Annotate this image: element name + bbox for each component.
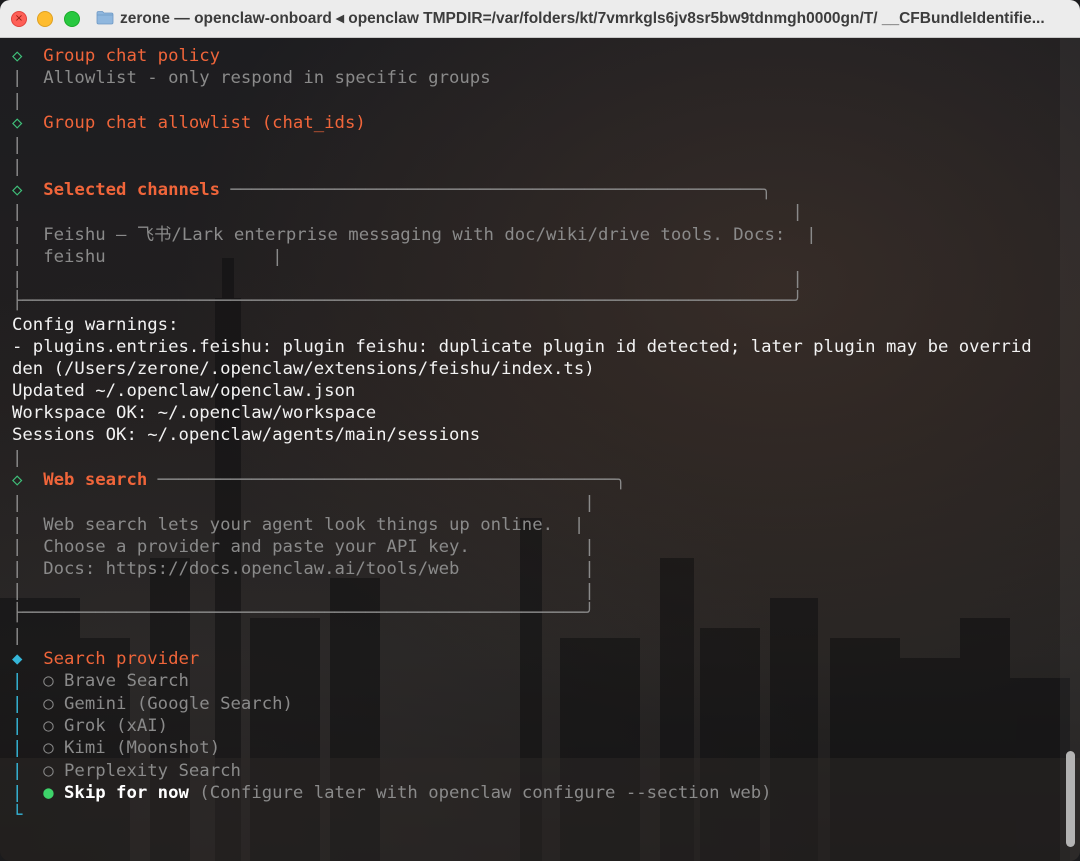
config-warnings-heading: Config warnings: [12,315,179,335]
terminal-content[interactable]: ◇ Group chat policy | Allowlist - only r… [0,38,1080,861]
radio-unselected-icon: ○ [43,761,54,781]
scrollbar-track[interactable] [1060,38,1080,861]
provider-option-gemini[interactable]: | ○ Gemini (Google Search) [12,693,293,715]
scrollbar-thumb[interactable] [1066,751,1075,847]
step-done-marker: ◇ [12,180,23,200]
window-title: zerone — openclaw-onboard ◂ openclaw TMP… [120,10,1045,27]
close-button[interactable]: × [11,11,27,27]
group-chat-policy-header: ◇ Group chat policy [12,45,220,67]
title-bar: × zerone — openclaw-onboard ◂ openclaw T… [0,0,1080,38]
provider-option-brave[interactable]: | ○ Brave Search [12,670,189,692]
search-provider-header: ◆ Search provider [12,648,199,670]
group-chat-policy-title: Group chat policy [43,46,221,66]
box-border-line: ├───────────────────────────────────────… [12,603,595,623]
box-border-line: | | [12,202,803,222]
group-chat-allowlist-header: ◇ Group chat allowlist (chat_ids) [12,112,366,134]
provider-option-perplexity[interactable]: | ○ Perplexity Search [12,760,241,782]
group-chat-policy-value: Allowlist - only respond in specific gro… [43,68,491,88]
group-chat-policy-value-row: | Allowlist - only respond in specific g… [12,68,491,88]
config-warning-line-2: den (/Users/zerone/.openclaw/extensions/… [12,359,595,379]
gutter-line: | [12,91,23,111]
group-chat-allowlist-title: Group chat allowlist (chat_ids) [43,113,366,133]
gutter-line: | [12,135,23,155]
status-sessions: Sessions OK: ~/.openclaw/agents/main/ses… [12,425,481,445]
box-border-line: | | [12,493,595,513]
prompt-end-corner: └ [12,805,23,825]
radio-selected-icon: ● [43,783,54,803]
web-search-body-row-2: | Choose a provider and paste your API k… [12,537,595,557]
close-icon: × [14,13,24,24]
step-done-marker: ◇ [12,113,23,133]
provider-option-label: Brave Search [64,671,189,691]
provider-option-grok[interactable]: | ○ Grok (xAI) [12,715,168,737]
provider-option-label: Perplexity Search [64,761,241,781]
gutter-line: | [12,626,23,646]
web-search-body-row-1: | Web search lets your agent look things… [12,515,585,535]
search-provider-title: Search provider [43,649,200,669]
gutter-line: | [12,157,23,177]
radio-unselected-icon: ○ [43,694,54,714]
selected-channels-title: Selected channels [43,180,221,200]
web-search-body-row-3: | Docs: https://docs.openclaw.ai/tools/w… [12,559,595,579]
gutter-line: | [12,448,23,468]
selected-channels-channel-id: feishu [43,247,106,267]
box-border-line: ├───────────────────────────────────────… [12,291,803,311]
web-search-description-1: Web search lets your agent look things u… [43,515,554,535]
config-warning-line-1: - plugins.entries.feishu: plugin feishu:… [12,337,1032,357]
provider-option-label: Grok (xAI) [64,716,169,736]
selected-channels-body-row-1: | Feishu — 飞书/Lark enterprise messaging … [12,225,817,245]
web-search-title: Web search [43,470,148,490]
provider-option-label: Kimi (Moonshot) [64,738,221,758]
minimize-button[interactable] [37,11,53,27]
selected-channels-body-row-2: | feishu | [12,247,283,267]
radio-unselected-icon: ○ [43,738,54,758]
zoom-button[interactable] [64,11,80,27]
step-done-marker: ◇ [12,46,23,66]
web-search-header: ◇ Web search ───────────────────────────… [12,470,626,490]
provider-option-hint: (Configure later with openclaw configure… [199,783,772,803]
provider-option-label: Skip for now [64,783,189,803]
selected-channels-description: Feishu — 飞书/Lark enterprise messaging wi… [43,225,786,245]
box-border-line: | | [12,269,803,289]
provider-option-skip[interactable]: | ● Skip for now (Configure later with o… [12,782,772,804]
provider-option-kimi[interactable]: | ○ Kimi (Moonshot) [12,737,220,759]
step-done-marker: ◇ [12,470,23,490]
box-border-line: | | [12,581,595,601]
folder-icon [96,11,114,25]
step-active-marker: ◆ [12,649,23,669]
provider-option-label: Gemini (Google Search) [64,694,293,714]
web-search-description-2: Choose a provider and paste your API key… [43,537,470,557]
status-workspace: Workspace OK: ~/.openclaw/workspace [12,403,377,423]
web-search-docs-link: Docs: https://docs.openclaw.ai/tools/web [43,559,460,579]
terminal-window: × zerone — openclaw-onboard ◂ openclaw T… [0,0,1080,861]
selected-channels-header: ◇ Selected channels ────────────────────… [12,180,772,200]
status-updated: Updated ~/.openclaw/openclaw.json [12,381,356,401]
radio-unselected-icon: ○ [43,671,54,691]
radio-unselected-icon: ○ [43,716,54,736]
